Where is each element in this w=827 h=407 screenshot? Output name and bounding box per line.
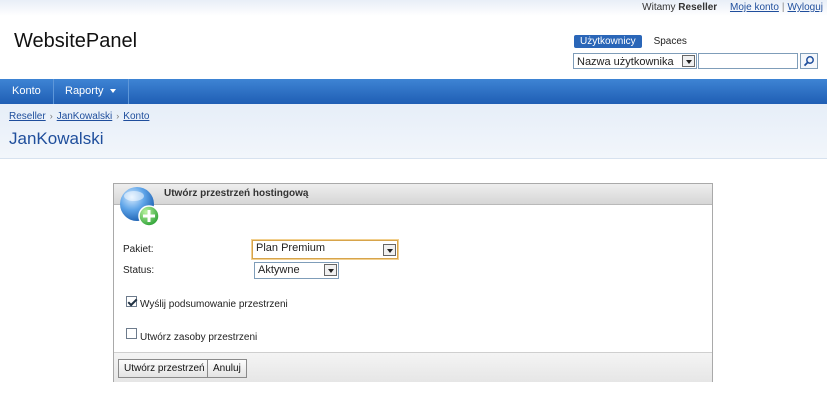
app-logo[interactable]: WebsitePanel — [14, 30, 137, 53]
search-type-value: Nazwa użytkownika — [577, 56, 674, 68]
nav-item-label: Raporty — [65, 85, 104, 97]
greeting-text: Witamy — [642, 2, 676, 13]
search-icon — [803, 56, 814, 67]
user-bar: Witamy Reseller Moje konto | Wyloguj — [642, 2, 823, 13]
panel-header: Utwórz przestrzeń hostingową — [114, 184, 712, 205]
create-space-button[interactable]: Utwórz przestrzeń — [118, 359, 211, 378]
send-summary-checkbox[interactable] — [126, 296, 137, 307]
status-select[interactable]: Aktywne — [254, 262, 339, 279]
main-nav: Konto Raporty — [0, 79, 827, 104]
create-resources-checkbox[interactable] — [126, 328, 137, 339]
search-input[interactable] — [698, 53, 798, 69]
chevron-right-icon: › — [49, 111, 53, 121]
package-label: Pakiet: — [123, 244, 154, 255]
add-space-icon — [120, 187, 160, 227]
status-label: Status: — [123, 265, 155, 276]
tab-users[interactable]: Użytkownicy — [574, 35, 642, 48]
create-resources-label[interactable]: Utwórz zasoby przestrzeni — [140, 332, 257, 343]
send-summary-label[interactable]: Wyślij podsumowanie przestrzeni — [140, 299, 288, 310]
tab-spaces[interactable]: Spaces — [648, 35, 693, 48]
panel-title: Utwórz przestrzeń hostingową — [164, 188, 309, 199]
separator: | — [781, 2, 785, 13]
nav-item-label: Konto — [12, 85, 41, 97]
breadcrumb-account[interactable]: Konto — [123, 111, 149, 122]
cancel-button[interactable]: Anuluj — [207, 359, 247, 378]
logout-link[interactable]: Wyloguj — [788, 2, 823, 13]
create-space-panel: Utwórz przestrzeń hostingową — [113, 183, 713, 382]
username: Reseller — [678, 2, 718, 13]
page-title: JanKowalski — [9, 129, 104, 148]
package-select[interactable]: Plan Premium — [252, 240, 398, 259]
status-value: Aktywne — [258, 264, 300, 276]
search-type-select[interactable]: Nazwa użytkownika — [573, 53, 697, 69]
chevron-right-icon: › — [116, 111, 120, 121]
breadcrumb-area: Reseller › JanKowalski › Konto JanKowalski — [0, 104, 827, 159]
nav-item-raporty[interactable]: Raporty — [53, 79, 129, 104]
search-tabs: Użytkownicy Spaces — [574, 35, 699, 48]
breadcrumb: Reseller › JanKowalski › Konto — [9, 111, 149, 122]
breadcrumb-user[interactable]: JanKowalski — [57, 111, 113, 122]
chevron-down-icon[interactable] — [682, 55, 695, 67]
chevron-down-icon[interactable] — [324, 264, 337, 276]
nav-item-konto[interactable]: Konto — [0, 79, 54, 104]
caret-down-icon — [109, 89, 116, 94]
breadcrumb-reseller[interactable]: Reseller — [9, 111, 46, 122]
package-value: Plan Premium — [256, 242, 326, 254]
my-account-link[interactable]: Moje konto — [730, 2, 779, 13]
search-button[interactable] — [800, 53, 818, 69]
search-box: Nazwa użytkownika — [573, 53, 818, 70]
chevron-down-icon[interactable] — [383, 244, 396, 256]
